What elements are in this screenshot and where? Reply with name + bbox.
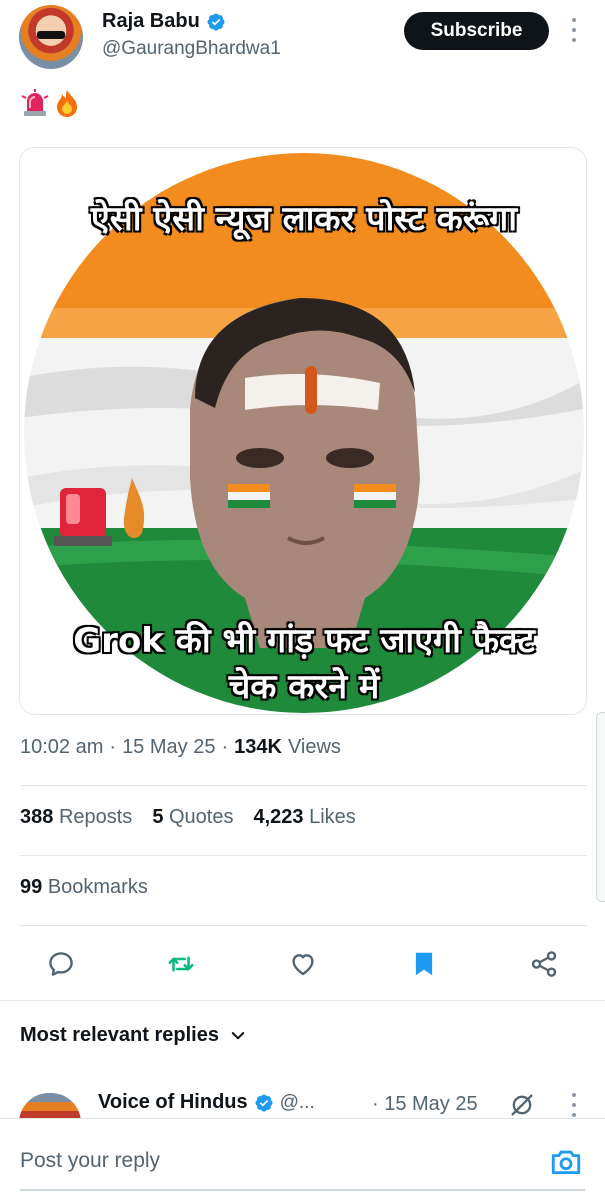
quotes-label: Quotes: [169, 806, 234, 828]
tweet-time[interactable]: 10:02 am: [20, 736, 103, 759]
image-caption-bottom-line2: चेक करने में: [228, 667, 380, 707]
tweet-meta: 10:02 am · 15 May 25 · 134K Views: [20, 736, 341, 759]
reply-author-handle[interactable]: @...: [280, 1092, 315, 1114]
quotes-count: 5: [152, 806, 164, 828]
author-avatar[interactable]: [19, 5, 83, 69]
reply-author-name[interactable]: Voice of Hindus: [98, 1091, 248, 1114]
more-vertical-icon[interactable]: [567, 1093, 581, 1117]
image-caption-top: ऐसी ऐसी न्यूज लाकर पोस्ट करूंगा: [90, 199, 518, 239]
divider: [20, 925, 587, 926]
author-handle[interactable]: @GaurangBhardwa1: [102, 38, 281, 60]
replies-sort-dropdown[interactable]: Most relevant replies: [20, 1024, 247, 1047]
composer-underline: [20, 1189, 585, 1191]
bookmarks-stat[interactable]: 99 Bookmarks: [20, 876, 148, 899]
author-name-row[interactable]: Raja Babu: [102, 10, 226, 33]
bookmarks-label: Bookmarks: [47, 876, 148, 898]
divider: [0, 1000, 605, 1001]
views-count[interactable]: 134K: [234, 736, 282, 759]
replies-sort-label: Most relevant replies: [20, 1024, 219, 1046]
reply-input[interactable]: Post your reply: [20, 1149, 160, 1173]
subscribe-button[interactable]: Subscribe: [404, 12, 549, 50]
image-caption-bottom-line1: Grok की भी गांड़ फट जाएगी फैक्ट: [73, 621, 535, 661]
tweet-header: Raja Babu @GaurangBhardwa1 Subscribe: [0, 0, 605, 80]
reposts-label: Reposts: [58, 806, 133, 828]
grok-icon[interactable]: [508, 1091, 536, 1119]
heart-icon[interactable]: [287, 948, 319, 980]
likes-count: 4,223: [253, 806, 304, 828]
meta-separator: ·: [221, 736, 229, 758]
bookmarks-count: 99: [20, 876, 43, 898]
divider: [20, 855, 587, 856]
camera-icon[interactable]: [549, 1145, 583, 1179]
repost-icon[interactable]: [165, 948, 197, 980]
engagement-stats: 388 Reposts 5 Quotes 4,223 Likes: [20, 806, 356, 829]
share-icon[interactable]: [528, 948, 560, 980]
verified-badge-icon: [207, 12, 225, 31]
tweet-image[interactable]: ऐसी ऐसी न्यूज लाकर पोस्ट करूंगा Grok की …: [19, 147, 587, 715]
author-name[interactable]: Raja Babu: [102, 10, 200, 33]
more-vertical-icon[interactable]: [567, 18, 581, 42]
scrollbar[interactable]: [596, 712, 605, 902]
reposts-count: 388: [20, 806, 54, 828]
tweet-text: [20, 88, 82, 118]
reply-composer: Post your reply: [0, 1118, 605, 1199]
meta-separator: ·: [109, 736, 117, 758]
views-label[interactable]: Views: [288, 736, 341, 759]
verified-badge-icon: [255, 1093, 273, 1112]
likes-stat[interactable]: 4,223 Likes: [253, 806, 355, 829]
reply-name-row: Voice of Hindus @...: [98, 1091, 315, 1114]
divider: [20, 785, 587, 786]
quotes-stat[interactable]: 5 Quotes: [152, 806, 233, 829]
rotating-light-emoji-icon: [21, 89, 49, 116]
likes-label: Likes: [309, 806, 356, 828]
chevron-down-icon: [231, 1031, 245, 1039]
bookmark-icon[interactable]: [408, 948, 440, 980]
reply-icon[interactable]: [45, 948, 77, 980]
reply-date[interactable]: · 15 May 25: [372, 1093, 478, 1116]
action-bar: [0, 942, 605, 986]
tweet-date[interactable]: 15 May 25: [122, 736, 215, 759]
fire-emoji-icon: [57, 90, 77, 117]
image-caption-bottom: Grok की भी गांड़ फट जाएगी फैक्ट चेक करने…: [20, 618, 586, 710]
reposts-stat[interactable]: 388 Reposts: [20, 806, 132, 829]
